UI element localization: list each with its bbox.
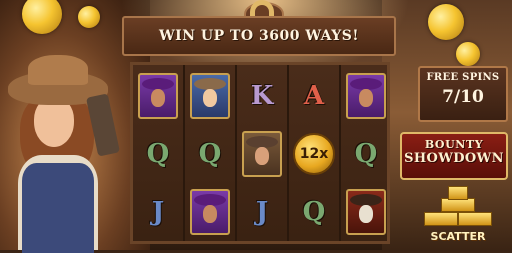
cowgirl-vest xyxy=(22,163,94,253)
symbol-skull-bandit xyxy=(343,185,389,239)
symbol-purple-outlaw xyxy=(135,69,181,123)
cowgirl-character xyxy=(0,55,135,253)
skull-bandit-portrait-icon xyxy=(346,189,386,235)
logo-line-2: SHOWDOWN xyxy=(404,151,504,166)
cowgirl-hat-crown xyxy=(28,55,88,85)
logo-line-1: BOUNTY xyxy=(424,138,484,151)
symbol-j: J xyxy=(255,197,269,227)
reel-divider xyxy=(235,65,237,241)
game-logo: BOUNTY SHOWDOWN xyxy=(400,132,508,180)
gold-bar-icon xyxy=(448,186,468,200)
gold-coin-icon xyxy=(428,4,464,40)
scatter-label: SCATTER xyxy=(430,230,486,243)
symbol-q: Q xyxy=(302,197,326,227)
symbol-blonde-cowgirl xyxy=(187,69,233,123)
symbol-purple-outlaw xyxy=(187,185,233,239)
headline-banner: WIN UP TO 3600 WAYS! xyxy=(122,16,396,56)
symbol-k: K xyxy=(250,81,274,111)
free-spins-label: FREE SPINS xyxy=(426,72,500,83)
blonde-cowgirl-portrait-icon xyxy=(190,73,230,119)
gold-coin-icon xyxy=(78,6,100,28)
reel-divider xyxy=(183,65,185,241)
reel-divider xyxy=(339,65,341,241)
symbol-j: J xyxy=(151,197,165,227)
wild-multiplier-value: 12x xyxy=(299,146,329,162)
reel-divider xyxy=(287,65,289,241)
gold-bar-icon xyxy=(441,198,475,212)
symbol-a: A xyxy=(303,81,325,111)
wild-multiplier-coin-icon: 12x xyxy=(293,133,335,175)
symbol-q: Q xyxy=(146,139,170,169)
reel-grid[interactable]: Q J Q K J A 12x Q Q xyxy=(130,62,390,244)
symbol-cowboy xyxy=(239,127,285,181)
symbol-q: Q xyxy=(198,139,222,169)
scatter-symbol: SCATTER xyxy=(418,186,498,248)
symbol-q: Q xyxy=(354,139,378,169)
gold-bar-icon xyxy=(458,212,492,226)
symbol-wild-coin: 12x xyxy=(291,127,337,181)
purple-outlaw-portrait-icon xyxy=(190,189,230,235)
cowboy-portrait-icon xyxy=(242,131,282,177)
purple-outlaw-portrait-icon xyxy=(346,73,386,119)
free-spins-counter: FREE SPINS 7/10 xyxy=(418,66,508,122)
gold-bar-icon xyxy=(424,212,458,226)
free-spins-count: 7/10 xyxy=(442,87,484,107)
purple-outlaw-portrait-icon xyxy=(138,73,178,119)
gold-coin-icon xyxy=(456,42,480,66)
headline-text: WIN UP TO 3600 WAYS! xyxy=(158,28,360,44)
symbol-purple-outlaw xyxy=(343,69,389,123)
